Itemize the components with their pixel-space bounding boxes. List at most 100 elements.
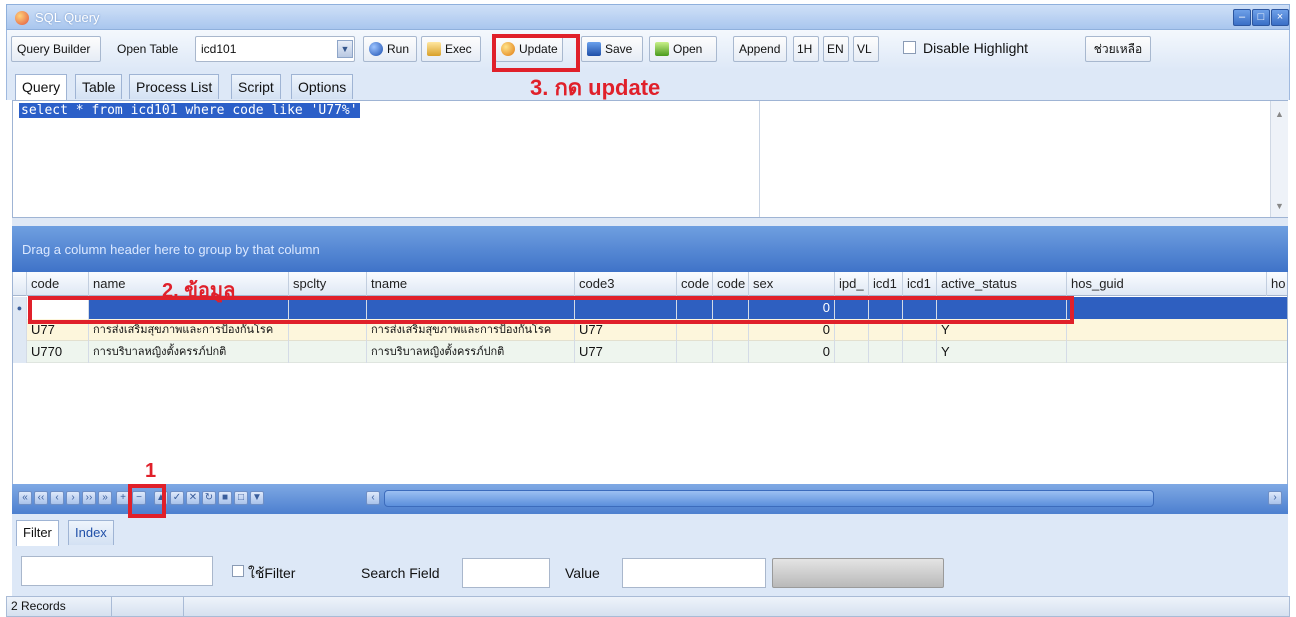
tab-filter[interactable]: Filter (16, 520, 59, 546)
sql-editor[interactable]: select * from icd101 where code like 'U7… (12, 100, 1288, 218)
goto-bookmark-icon[interactable]: □ (234, 491, 248, 505)
chevron-down-icon[interactable]: ▼ (337, 40, 353, 58)
column-header[interactable]: icd1 (903, 272, 937, 296)
group-panel[interactable]: Drag a column header here to group by th… (12, 226, 1288, 272)
prev-page-icon[interactable]: ‹‹ (34, 491, 48, 505)
value-input[interactable] (622, 558, 766, 588)
table-select[interactable]: icd101 ▼ (195, 36, 355, 62)
minimize-icon[interactable]: – (1233, 9, 1251, 26)
row-indicator-header (13, 272, 27, 296)
step-3-annotation: 3. กด update (530, 75, 661, 100)
lang-vl-button[interactable]: VL (853, 36, 879, 62)
spclty-cell[interactable] (289, 341, 367, 363)
sex-cell[interactable]: 0 (749, 341, 835, 363)
prev-record-icon[interactable]: ‹ (50, 491, 64, 505)
filter-panel: ใช้Filter Search Field Value (12, 546, 1288, 596)
query-builder-button[interactable]: Query Builder (11, 36, 101, 62)
insert-highlight-box (128, 484, 166, 518)
tab-index[interactable]: Index (68, 520, 114, 545)
active-status-cell[interactable]: Y (937, 341, 1067, 363)
run-icon (369, 42, 383, 56)
tab-process-list[interactable]: Process List (129, 74, 220, 99)
maximize-icon[interactable]: □ (1252, 9, 1270, 26)
cell[interactable] (835, 341, 869, 363)
tab-query[interactable]: Query (15, 74, 68, 101)
exec-icon (427, 42, 441, 56)
row-indicator-icon: ● (13, 297, 27, 319)
cell[interactable] (869, 341, 903, 363)
post-edit-icon[interactable]: ✓ (170, 491, 184, 505)
open-table-label: Open Table (117, 42, 179, 56)
cancel-edit-icon[interactable]: ✕ (186, 491, 200, 505)
cell[interactable] (677, 341, 713, 363)
toolbar: Query Builder Open Table icd101 ▼ Run Ex… (6, 30, 1290, 70)
exec-button[interactable]: Exec (421, 36, 481, 62)
refresh-icon[interactable]: ↻ (202, 491, 216, 505)
column-header[interactable]: code (677, 272, 713, 296)
search-field-input[interactable] (462, 558, 550, 588)
use-filter-checkbox[interactable] (232, 565, 244, 577)
tab-table[interactable]: Table (75, 74, 123, 99)
column-header[interactable]: tname (367, 272, 575, 296)
column-header[interactable]: sex (749, 272, 835, 296)
value-label: Value (565, 565, 600, 581)
column-header[interactable]: code (27, 272, 89, 296)
step-2-annotation: 2. ข้อมูล (162, 280, 236, 302)
lang-en-button[interactable]: EN (823, 36, 849, 62)
disable-highlight-label: Disable Highlight (923, 40, 1029, 56)
append-button[interactable]: Append (733, 36, 787, 62)
filter-icon[interactable]: ▼ (250, 491, 264, 505)
tname-cell[interactable]: การบริบาลหญิงตั้งครรภ์ปกติ (367, 341, 575, 363)
cell[interactable] (713, 341, 749, 363)
column-header[interactable]: active_status (937, 272, 1067, 296)
table-row[interactable]: U770 การบริบาลหญิงตั้งครรภ์ปกติ การบริบา… (13, 341, 1287, 363)
editor-scrollbar[interactable]: ▲ ▼ (1270, 101, 1288, 217)
cell[interactable] (903, 341, 937, 363)
disable-highlight-checkbox[interactable] (903, 41, 916, 54)
save-button[interactable]: Save (581, 36, 643, 62)
panel-splitter[interactable] (12, 218, 1288, 226)
column-header[interactable]: code3 (575, 272, 677, 296)
scroll-left-icon[interactable]: ‹ (366, 491, 380, 505)
use-filter-label: ใช้Filter (248, 565, 296, 581)
filter-input[interactable] (21, 556, 213, 586)
first-page-icon[interactable]: « (18, 491, 32, 505)
cell[interactable] (1067, 319, 1287, 341)
column-header[interactable]: hos_guid (1067, 272, 1267, 296)
group-hint: Drag a column header here to group by th… (22, 242, 320, 257)
next-page-icon[interactable]: ›› (82, 491, 96, 505)
row-indicator (13, 341, 27, 363)
horizontal-scrollbar[interactable] (384, 490, 1154, 507)
cell[interactable] (1067, 341, 1287, 363)
search-field-label: Search Field (361, 565, 440, 581)
lang-1h-button[interactable]: 1H (793, 36, 819, 62)
scroll-right-icon[interactable]: › (1268, 491, 1282, 505)
column-header[interactable]: icd1 (869, 272, 903, 296)
tab-script[interactable]: Script (231, 74, 281, 99)
bookmark-icon[interactable]: ■ (218, 491, 232, 505)
tab-options[interactable]: Options (291, 74, 354, 99)
column-header[interactable]: spclty (289, 272, 367, 296)
name-cell[interactable]: การบริบาลหญิงตั้งครรภ์ปกติ (89, 341, 289, 363)
help-button[interactable]: ช่วยเหลือ (1085, 36, 1151, 62)
cell[interactable] (1067, 297, 1287, 319)
run-button[interactable]: Run (363, 36, 417, 62)
editor-divider (759, 101, 760, 217)
open-button[interactable]: Open (649, 36, 717, 62)
sql-text[interactable]: select * from icd101 where code like 'U7… (19, 103, 360, 118)
last-page-icon[interactable]: » (98, 491, 112, 505)
code-cell[interactable]: U770 (27, 341, 89, 363)
filter-apply-button[interactable] (772, 558, 944, 588)
code3-cell[interactable]: U77 (575, 341, 677, 363)
next-record-icon[interactable]: › (66, 491, 80, 505)
column-header[interactable]: code (713, 272, 749, 296)
scroll-down-icon[interactable]: ▼ (1275, 201, 1284, 211)
column-header[interactable]: ho (1267, 272, 1287, 296)
column-header[interactable]: ipd_ (835, 272, 869, 296)
bottom-tabs: Filter Index (12, 514, 1288, 546)
close-icon[interactable]: × (1271, 9, 1289, 26)
update-highlight-box (492, 34, 580, 72)
status-divider (111, 597, 112, 616)
scroll-up-icon[interactable]: ▲ (1275, 109, 1284, 119)
folder-icon (655, 42, 669, 56)
